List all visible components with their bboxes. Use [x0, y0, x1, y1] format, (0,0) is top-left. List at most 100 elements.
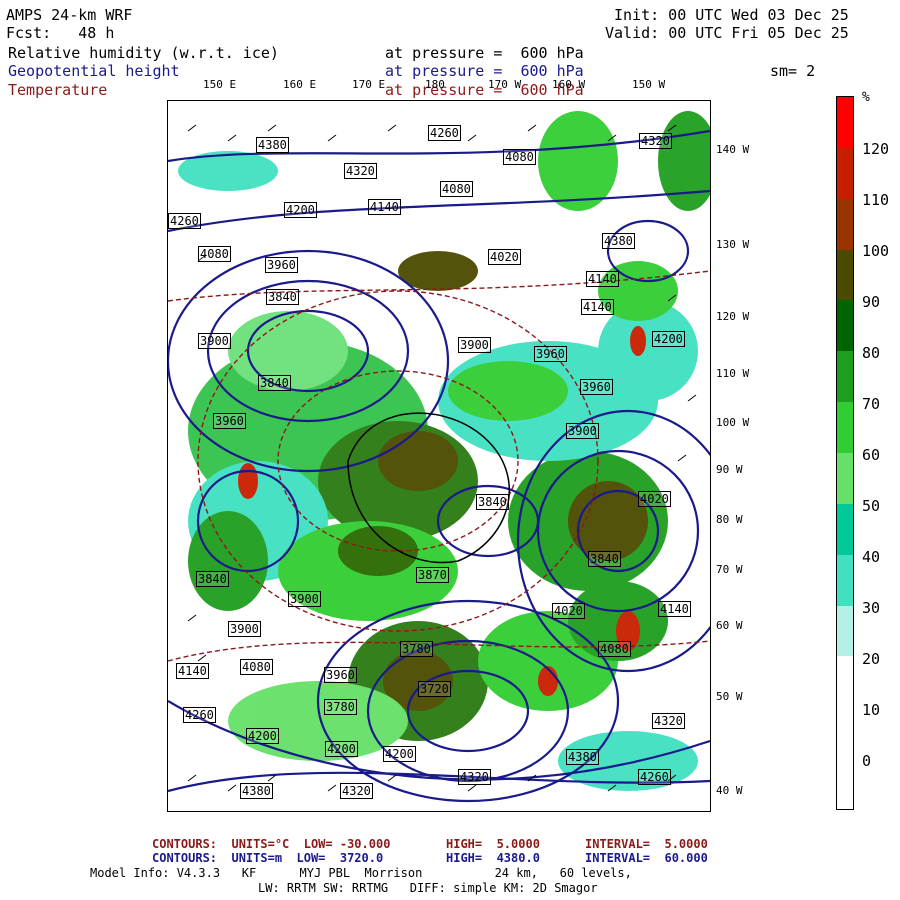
- colorbar-label: 60: [862, 446, 881, 464]
- height-label: 3960: [265, 257, 298, 273]
- height-label: 4080: [440, 181, 473, 197]
- field-height-label: Geopotential height: [8, 62, 180, 80]
- colorbar-segment: [837, 503, 853, 555]
- height-label: 4140: [368, 199, 401, 215]
- height-label: 4140: [176, 663, 209, 679]
- height-label: 4140: [658, 601, 691, 617]
- height-label: 4320: [340, 783, 373, 799]
- height-contour-interval: INTERVAL= 60.000: [585, 851, 708, 865]
- lon-label: 170 W: [488, 78, 522, 91]
- height-label: 4020: [488, 249, 521, 265]
- colorbar-label: 0: [862, 752, 872, 770]
- smoothing-label: sm= 2: [770, 62, 816, 80]
- height-label: 3900: [288, 591, 321, 607]
- height-label: 4080: [598, 641, 631, 657]
- lon-label: 180: [425, 78, 445, 91]
- height-label: 4080: [240, 659, 273, 675]
- side-lon-label: 60 W: [716, 619, 743, 632]
- height-label: 4020: [638, 491, 671, 507]
- model-title: AMPS 24-km WRF: [6, 6, 133, 24]
- colorbar-segment: [837, 656, 853, 708]
- side-lon-label: 90 W: [716, 463, 743, 476]
- height-label: 3960: [324, 667, 357, 683]
- height-label: 4320: [652, 713, 685, 729]
- colorbar: [836, 96, 854, 810]
- colorbar-segment: [837, 758, 853, 809]
- temp-contour-info: CONTOURS: UNITS=°C LOW= -30.000: [152, 837, 391, 851]
- height-label: 4380: [602, 233, 635, 249]
- map-graphics: [168, 101, 710, 811]
- colorbar-segment: [837, 198, 853, 250]
- colorbar-unit: %: [862, 90, 870, 105]
- height-label: 3840: [476, 494, 509, 510]
- lon-label: 150 E: [203, 78, 237, 91]
- lon-label: 170 E: [352, 78, 386, 91]
- colorbar-label: 10: [862, 701, 881, 719]
- valid-time: Valid: 00 UTC Fri 05 Dec 25: [605, 24, 849, 42]
- colorbar-label: 90: [862, 293, 881, 311]
- height-label: 4020: [552, 603, 585, 619]
- side-lon-label: 80 W: [716, 513, 743, 526]
- side-lon-label: 110 W: [716, 367, 750, 380]
- height-label: 4320: [344, 163, 377, 179]
- height-label: 4140: [581, 299, 614, 315]
- height-label: 4260: [168, 213, 201, 229]
- height-contour-info: CONTOURS: UNITS=m LOW= 3720.0: [152, 851, 384, 865]
- colorbar-segment: [837, 249, 853, 301]
- height-label: 4200: [383, 746, 416, 762]
- colorbar-segment: [837, 147, 853, 199]
- height-label: 4080: [198, 246, 231, 262]
- height-label: 3960: [534, 346, 567, 362]
- model-info: Model Info: V4.3.3 KF MYJ PBL Morrison 2…: [90, 866, 632, 880]
- height-label: 3900: [566, 423, 599, 439]
- level-rh: at pressure = 600 hPa: [385, 44, 584, 62]
- colorbar-segment: [837, 351, 853, 403]
- temp-contour-high: HIGH= 5.0000: [446, 837, 540, 851]
- height-contour-high: HIGH= 4380.0: [446, 851, 540, 865]
- colorbar-segment: [837, 707, 853, 759]
- height-label: 4200: [325, 741, 358, 757]
- height-label: 3960: [580, 379, 613, 395]
- colorbar-segment: [837, 554, 853, 606]
- height-label: 3900: [458, 337, 491, 353]
- colorbar-label: 50: [862, 497, 881, 515]
- colorbar-segment: [837, 300, 853, 352]
- colorbar-label: 80: [862, 344, 881, 362]
- height-label: 4320: [639, 133, 672, 149]
- side-lon-label: 130 W: [716, 238, 750, 251]
- model-physics: LW: RRTM SW: RRTMG DIFF: simple KM: 2D S…: [258, 881, 598, 895]
- height-label: 3900: [198, 333, 231, 349]
- colorbar-label: 120: [862, 140, 890, 158]
- colorbar-label: 40: [862, 548, 881, 566]
- colorbar-label: 30: [862, 599, 881, 617]
- height-label: 3840: [258, 375, 291, 391]
- lon-label: 150 W: [632, 78, 666, 91]
- lon-label: 160 E: [283, 78, 317, 91]
- colorbar-label: 100: [862, 242, 890, 260]
- height-label: 3780: [400, 641, 433, 657]
- temp-contour-interval: INTERVAL= 5.0000: [585, 837, 708, 851]
- colorbar-label: 110: [862, 191, 890, 209]
- colorbar-segment: [837, 97, 853, 148]
- height-label: 3840: [588, 551, 621, 567]
- height-label: 3720: [418, 681, 451, 697]
- height-label: 4200: [652, 331, 685, 347]
- height-label: 4140: [586, 271, 619, 287]
- height-label: 4200: [246, 728, 279, 744]
- side-lon-label: 70 W: [716, 563, 743, 576]
- height-label: 3900: [228, 621, 261, 637]
- colorbar-label: 20: [862, 650, 881, 668]
- height-label: 4080: [503, 149, 536, 165]
- colorbar-segment: [837, 402, 853, 453]
- colorbar-segment: [837, 453, 853, 504]
- side-lon-label: 50 W: [716, 690, 743, 703]
- height-label: 4260: [638, 769, 671, 785]
- height-label: 4380: [256, 137, 289, 153]
- field-temp-label: Temperature: [8, 81, 108, 99]
- colorbar-label: 70: [862, 395, 881, 413]
- height-label: 4380: [566, 749, 599, 765]
- height-label: 3960: [213, 413, 246, 429]
- height-label: 4380: [240, 783, 273, 799]
- height-label: 3840: [196, 571, 229, 587]
- init-time: Init: 00 UTC Wed 03 Dec 25: [614, 6, 849, 24]
